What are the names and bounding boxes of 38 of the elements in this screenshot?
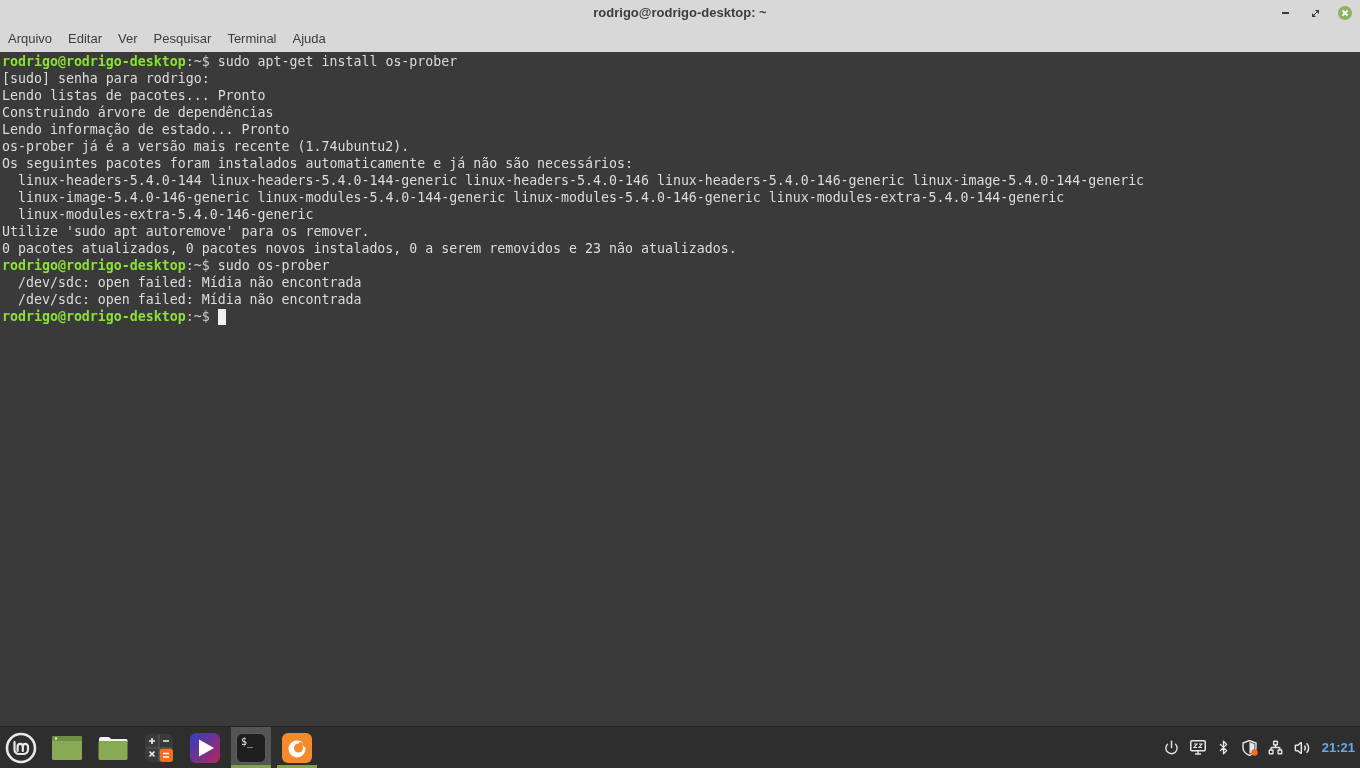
output-line: linux-image-5.4.0-146-generic linux-modules-5.4.0-144-generic linux-modules-5.4.0-146-generic linux-modules-extra-5.4.0-144-generic (18, 189, 1065, 206)
menu-item[interactable]: Terminal (227, 29, 277, 49)
output-line: Utilize 'sudo apt autoremove' para os remover. (2, 223, 370, 240)
prompt-line: rodrigo@rodrigo-desktop:~$ (2, 308, 210, 325)
network-icon (1268, 740, 1284, 755)
menu-item[interactable]: Ajuda (292, 29, 326, 49)
output-line: Lendo informação de estado... Pronto (2, 121, 290, 138)
window-icon (52, 735, 82, 760)
output-line: Os seguintes pacotes foram instalados automaticamente e já não são necessários: (2, 155, 633, 172)
output-line: linux-headers-5.4.0-144 linux-headers-5.4.0-144-generic linux-headers-5.4.0-146 linux-headers-5.4.0-146-generic linux-image-5.4.0-144-generic (18, 172, 1145, 189)
window-title: rodrigo@rodrigo-desktop: ~ (593, 4, 767, 23)
output-line: os-prober já é a versão mais recente (1.74ubuntu2). (2, 138, 410, 155)
play-icon (190, 732, 220, 763)
close-icon (1338, 6, 1352, 20)
output-line: [sudo] senha para rodrigo: (2, 70, 210, 87)
sleeping-monitor-icon (1189, 740, 1206, 755)
menu-item[interactable]: Editar (68, 29, 103, 49)
output-line: Construindo árvore de dependências (2, 104, 274, 121)
prompt-line: rodrigo@rodrigo-desktop:~$ sudo os-prober (2, 257, 330, 274)
output-line: Lendo listas de pacotes... Pronto (2, 87, 266, 104)
menu-item[interactable]: Arquivo (8, 29, 53, 49)
power-icon (1164, 740, 1180, 755)
output-line: 0 pacotes atualizados, 0 pacotes novos instalados, 0 a serem removidos e 23 não atualizados. (2, 240, 737, 257)
output-line: linux-modules-extra-5.4.0-146-generic (18, 206, 314, 223)
maximize-icon (1311, 9, 1319, 17)
swirl-app-icon (282, 732, 312, 763)
menu-item[interactable]: Ver (118, 29, 138, 49)
clock: 21:21 (1321, 738, 1355, 757)
menu-item[interactable]: Pesquisar (153, 29, 212, 49)
output-line: /dev/sdc: open failed: Mídia não encontrada (18, 274, 362, 291)
prompt-line: rodrigo@rodrigo-desktop:~$ sudo apt-get install os-prober (2, 53, 458, 70)
calculator-icon (145, 733, 173, 762)
folder-icon (98, 735, 128, 760)
minimize-icon (1281, 12, 1289, 14)
shield-alert-icon (1241, 739, 1258, 756)
mint-logo-icon (5, 731, 37, 764)
output-line: /dev/sdc: open failed: Mídia não encontrada (18, 291, 362, 308)
volume-icon (1293, 739, 1310, 756)
